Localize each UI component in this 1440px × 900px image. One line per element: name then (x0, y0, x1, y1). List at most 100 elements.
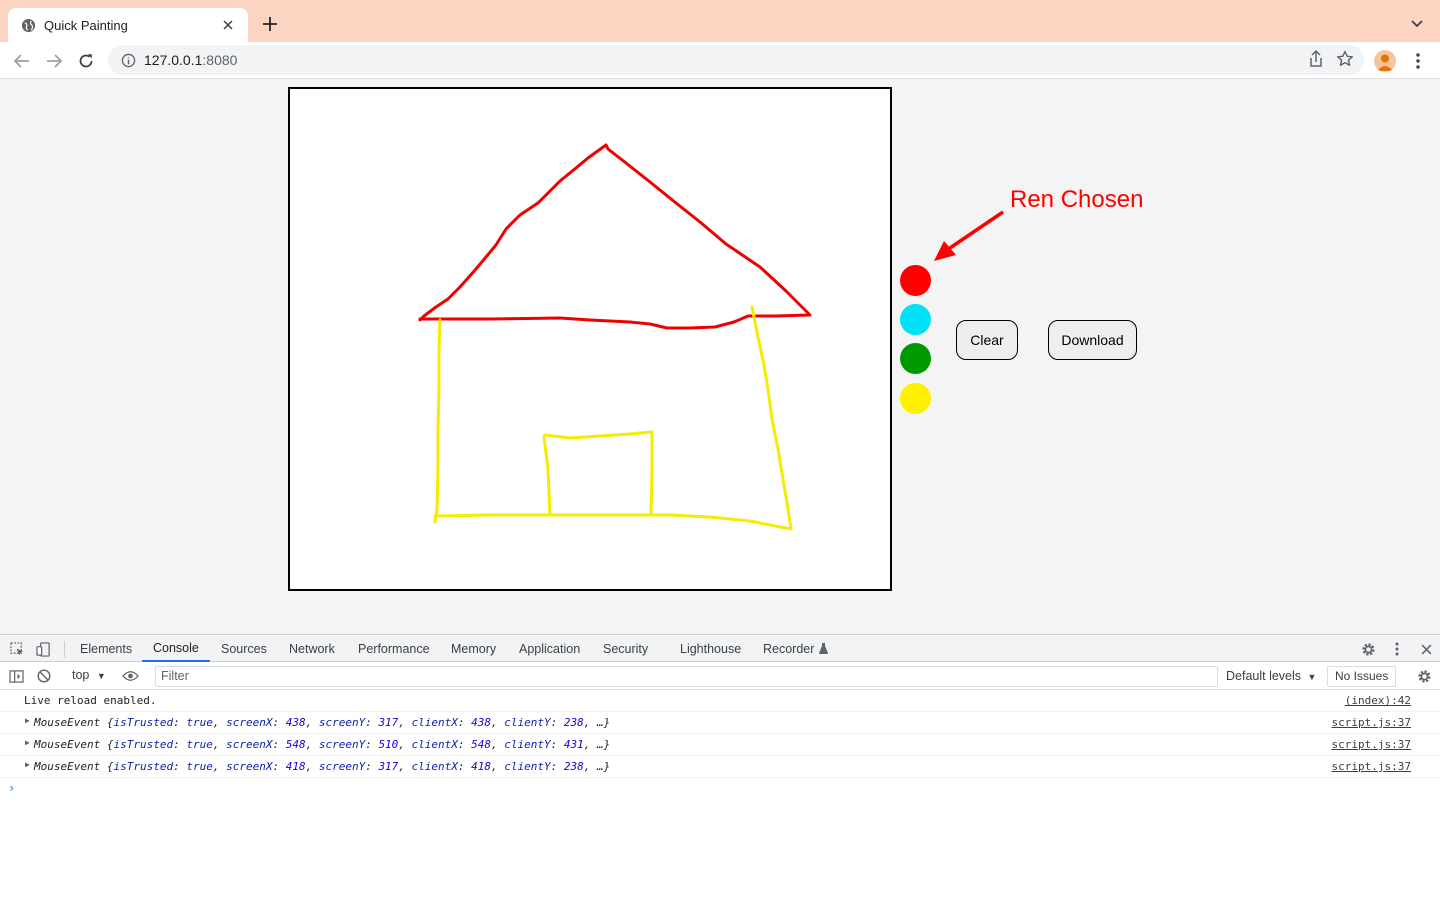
drawing-canvas[interactable] (288, 87, 892, 591)
log-istrusted: true (186, 738, 213, 751)
tab-performance[interactable]: Performance (358, 635, 430, 662)
context-value: top (72, 668, 90, 682)
devtools-panel: Elements Console Sources Network Perform… (0, 634, 1440, 900)
devtools-tab-bar: Elements Console Sources Network Perform… (0, 635, 1440, 662)
expand-triangle-icon[interactable]: ▶ (25, 738, 30, 747)
sidebar-toggle-icon[interactable] (7, 667, 25, 685)
color-cyan[interactable] (900, 304, 931, 335)
log-clienty: 431 (563, 738, 584, 751)
url-text: 127.0.0.1:8080 (144, 52, 237, 68)
log-text: Live reload enabled. (24, 694, 157, 707)
console-message[interactable]: ▶ MouseEvent {isTrusted: true, screenX: … (0, 756, 1440, 778)
log-screenx: 418 (285, 760, 306, 773)
log-source-link[interactable]: script.js:37 (1332, 716, 1411, 729)
browser-menu-icon[interactable] (1408, 50, 1428, 72)
forward-arrow-icon[interactable] (41, 48, 67, 74)
log-clientx: 418 (471, 760, 492, 773)
tab-security[interactable]: Security (603, 635, 648, 662)
tab-console[interactable]: Console (142, 635, 210, 662)
expand-triangle-icon[interactable]: ▶ (25, 760, 30, 769)
log-source-link[interactable]: (index):42 (1345, 694, 1411, 707)
clear-console-icon[interactable] (35, 667, 53, 685)
log-screenx: 438 (285, 716, 306, 729)
dropdown-caret-icon: ▼ (96, 671, 106, 681)
context-select[interactable]: top ▼ (72, 668, 106, 682)
mouse-event-log: MouseEvent {isTrusted: true, screenX: 41… (34, 760, 611, 773)
profile-avatar-icon[interactable] (1374, 50, 1396, 72)
tab-strip: Quick Painting (0, 0, 1440, 42)
log-screenx: 548 (285, 738, 306, 751)
clear-button[interactable]: Clear (956, 320, 1018, 360)
log-istrusted: true (186, 760, 213, 773)
color-red[interactable] (900, 265, 931, 296)
drawing-strokes (418, 143, 812, 531)
console-prompt-chevron-icon[interactable]: › (8, 781, 15, 795)
tab-elements[interactable]: Elements (80, 635, 132, 662)
close-devtools-icon[interactable] (1417, 640, 1435, 658)
close-tab-icon[interactable] (218, 15, 238, 35)
annotation-arrow-icon (934, 210, 1004, 261)
globe-icon (20, 17, 36, 33)
share-icon[interactable] (1308, 49, 1324, 73)
divider (64, 641, 65, 657)
tab-search-chevron-icon[interactable] (1406, 13, 1428, 35)
log-clienty: 238 (563, 716, 584, 729)
tab-recorder-label: Recorder (763, 641, 815, 656)
mouse-event-log: MouseEvent {isTrusted: true, screenX: 43… (34, 716, 611, 729)
console-message[interactable]: ▶ MouseEvent {isTrusted: true, screenX: … (0, 734, 1440, 756)
log-clienty: 238 (563, 760, 584, 773)
issues-button[interactable]: No Issues (1327, 666, 1397, 687)
site-info-icon[interactable] (120, 52, 136, 68)
browser-tab[interactable]: Quick Painting (8, 8, 248, 42)
console-message: Live reload enabled. (index):42 (0, 690, 1440, 712)
back-arrow-icon[interactable] (9, 48, 35, 74)
walls-stroke (433, 305, 793, 531)
page-viewport: Ren Chosen Clear Download (0, 79, 1440, 634)
tab-network[interactable]: Network (289, 635, 335, 662)
reload-icon[interactable] (73, 48, 99, 74)
log-screeny: 317 (378, 760, 399, 773)
log-type: MouseEvent (34, 760, 101, 773)
new-tab-button[interactable] (258, 12, 282, 36)
annotation-label: Ren Chosen (1010, 186, 1144, 213)
log-istrusted: true (186, 716, 213, 729)
log-clientx: 548 (471, 738, 492, 751)
tab-sources[interactable]: Sources (221, 635, 267, 662)
log-source-link[interactable]: script.js:37 (1332, 760, 1411, 773)
console-settings-gear-icon[interactable] (1415, 667, 1433, 685)
url-host: 127.0.0.1 (144, 52, 203, 68)
browser-toolbar: 127.0.0.1:8080 (0, 42, 1440, 79)
tab-title: Quick Painting (44, 17, 128, 33)
log-screeny: 510 (378, 738, 399, 751)
bookmark-star-icon[interactable] (1336, 50, 1354, 73)
devtools-menu-icon[interactable] (1388, 640, 1406, 658)
download-button[interactable]: Download (1048, 320, 1137, 360)
device-toolbar-icon[interactable] (34, 640, 52, 658)
tab-application[interactable]: Application (519, 635, 580, 662)
console-message[interactable]: ▶ MouseEvent {isTrusted: true, screenX: … (0, 712, 1440, 734)
color-yellow[interactable] (900, 383, 931, 414)
url-port: :8080 (202, 52, 238, 68)
flask-icon (819, 643, 829, 654)
log-type: MouseEvent (34, 716, 101, 729)
expand-triangle-icon[interactable]: ▶ (25, 716, 30, 725)
tab-lighthouse[interactable]: Lighthouse (680, 635, 741, 662)
console-toolbar: top ▼ Filter Default levels ▼ No Issues (0, 663, 1440, 690)
address-bar[interactable]: 127.0.0.1:8080 (108, 45, 1364, 75)
color-green[interactable] (900, 343, 931, 374)
dropdown-caret-icon: ▼ (1307, 672, 1317, 682)
roof-stroke (418, 143, 812, 330)
live-expression-eye-icon[interactable] (121, 667, 139, 685)
log-levels-label: Default levels (1226, 669, 1302, 683)
mouse-event-log: MouseEvent {isTrusted: true, screenX: 54… (34, 738, 611, 751)
log-type: MouseEvent (34, 738, 101, 751)
log-clientx: 438 (471, 716, 492, 729)
log-screeny: 317 (378, 716, 399, 729)
tab-recorder[interactable]: Recorder (763, 635, 829, 662)
tab-memory[interactable]: Memory (451, 635, 496, 662)
inspect-element-icon[interactable] (8, 640, 26, 658)
log-levels-dropdown[interactable]: Default levels ▼ (1226, 669, 1316, 683)
log-source-link[interactable]: script.js:37 (1332, 738, 1411, 751)
settings-gear-icon[interactable] (1359, 640, 1377, 658)
console-filter-input[interactable]: Filter (155, 666, 1218, 687)
